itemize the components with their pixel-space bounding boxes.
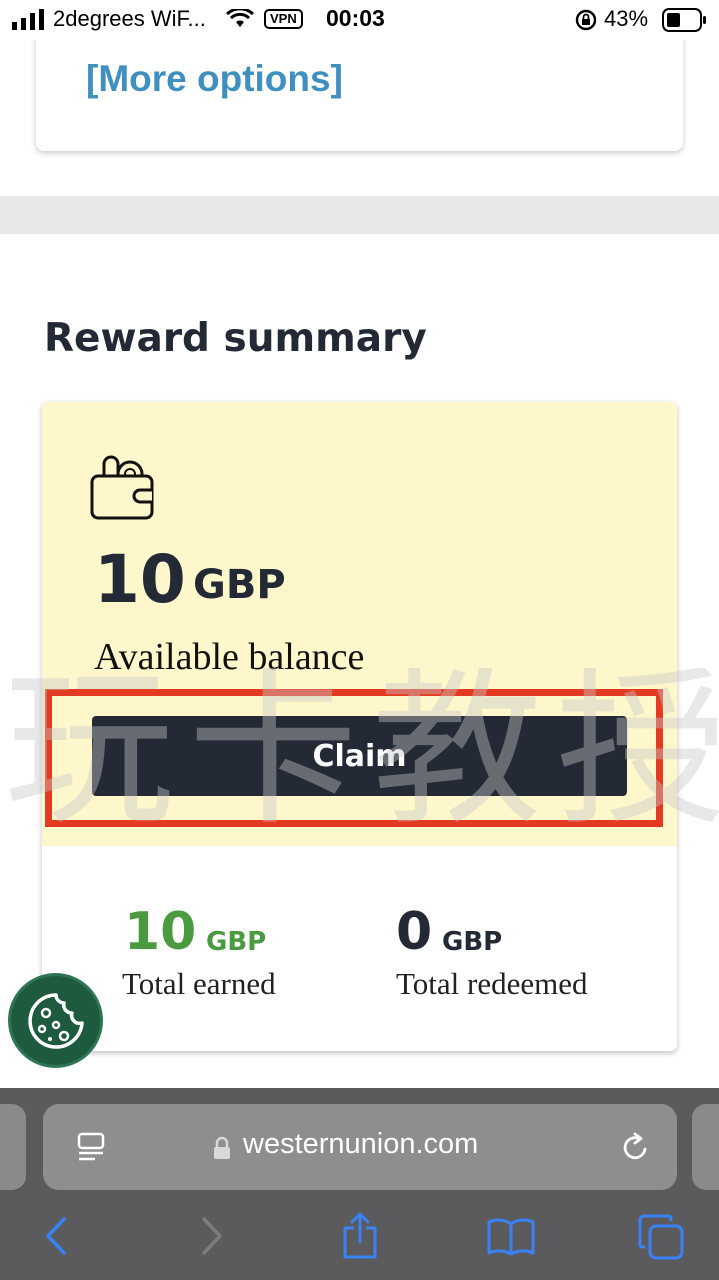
total-redeemed-currency: GBP bbox=[442, 927, 503, 957]
balance-currency: GBP bbox=[193, 562, 286, 608]
total-earned-label: Total earned bbox=[122, 966, 276, 1001]
cookie-icon bbox=[28, 993, 84, 1049]
cookie-settings-button[interactable] bbox=[8, 973, 103, 1068]
reward-summary-card: 10 GBP Available balance Claim 10 GBP To… bbox=[42, 402, 677, 1051]
address-bar[interactable]: westernunion.com bbox=[43, 1104, 677, 1190]
total-earned-amount: 10 bbox=[124, 902, 197, 962]
share-icon[interactable] bbox=[340, 1212, 380, 1260]
wallet-icon bbox=[90, 455, 154, 520]
balance-label: Available balance bbox=[94, 636, 365, 678]
status-bar: 2degrees WiF... VPN 00:03 43% bbox=[0, 0, 719, 40]
signal-icon bbox=[12, 9, 44, 30]
clock: 00:03 bbox=[326, 5, 385, 31]
battery-icon bbox=[662, 8, 706, 32]
vpn-badge: VPN bbox=[264, 9, 303, 29]
carrier-name: 2degrees WiF... bbox=[53, 6, 206, 31]
url-text[interactable]: westernunion.com bbox=[243, 1128, 478, 1161]
battery-percentage: 43% bbox=[604, 6, 649, 31]
section-divider bbox=[0, 196, 719, 234]
balance-amount: 10 bbox=[94, 541, 186, 618]
reward-summary-title: Reward summary bbox=[44, 316, 427, 361]
forward-icon[interactable] bbox=[198, 1216, 226, 1256]
bookmarks-icon[interactable] bbox=[486, 1216, 536, 1256]
total-redeemed-label: Total redeemed bbox=[396, 966, 588, 1001]
claim-button[interactable]: Claim bbox=[92, 716, 627, 796]
reader-icon[interactable] bbox=[75, 1131, 107, 1163]
next-tab-preview[interactable] bbox=[692, 1104, 719, 1190]
previous-tab-preview[interactable] bbox=[0, 1104, 26, 1190]
total-redeemed-amount: 0 bbox=[396, 902, 433, 962]
back-icon[interactable] bbox=[42, 1216, 70, 1256]
available-balance-panel: 10 GBP Available balance Claim bbox=[42, 402, 677, 846]
tabs-icon[interactable] bbox=[638, 1214, 684, 1260]
orientation-lock-icon bbox=[575, 9, 597, 31]
reload-icon[interactable] bbox=[619, 1131, 651, 1163]
wifi-icon bbox=[226, 9, 254, 27]
total-earned-currency: GBP bbox=[206, 927, 267, 957]
browser-chrome: westernunion.com bbox=[0, 1088, 719, 1280]
lock-icon bbox=[214, 1136, 230, 1159]
more-options-link[interactable]: [More options] bbox=[86, 58, 343, 100]
